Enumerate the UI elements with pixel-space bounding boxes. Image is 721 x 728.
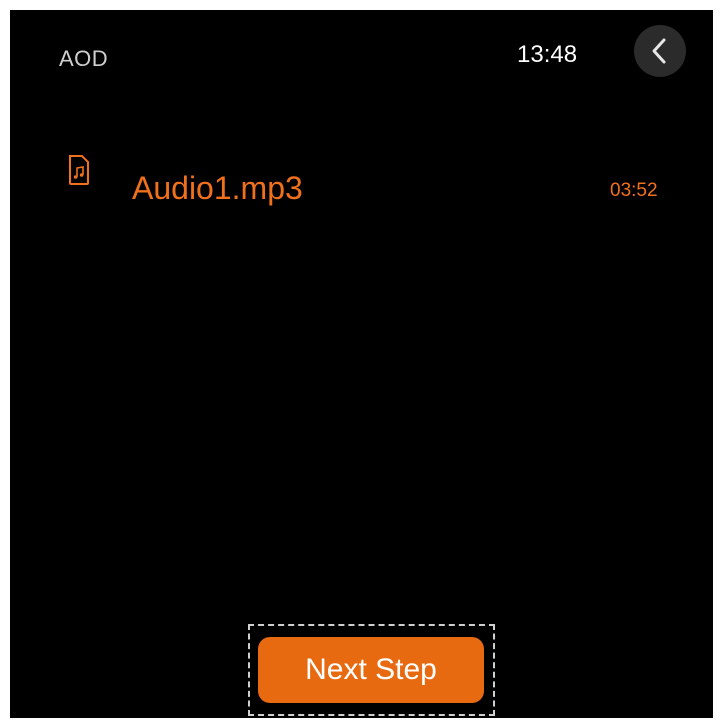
file-duration: 03:52 <box>610 180 658 201</box>
music-file-icon <box>69 155 89 185</box>
back-button[interactable] <box>634 25 686 77</box>
app-title: AOD <box>59 46 109 71</box>
file-name: Audio1.mp3 <box>132 170 303 206</box>
chevron-left-icon <box>652 38 666 64</box>
device-screen: AOD 13:48 Audio1.mp3 03:52 Next Step <box>10 10 713 718</box>
status-time: 13:48 <box>517 41 578 68</box>
file-list-item[interactable]: Audio1.mp3 03:52 <box>10 140 713 220</box>
next-step-button[interactable]: Next Step <box>258 637 484 703</box>
